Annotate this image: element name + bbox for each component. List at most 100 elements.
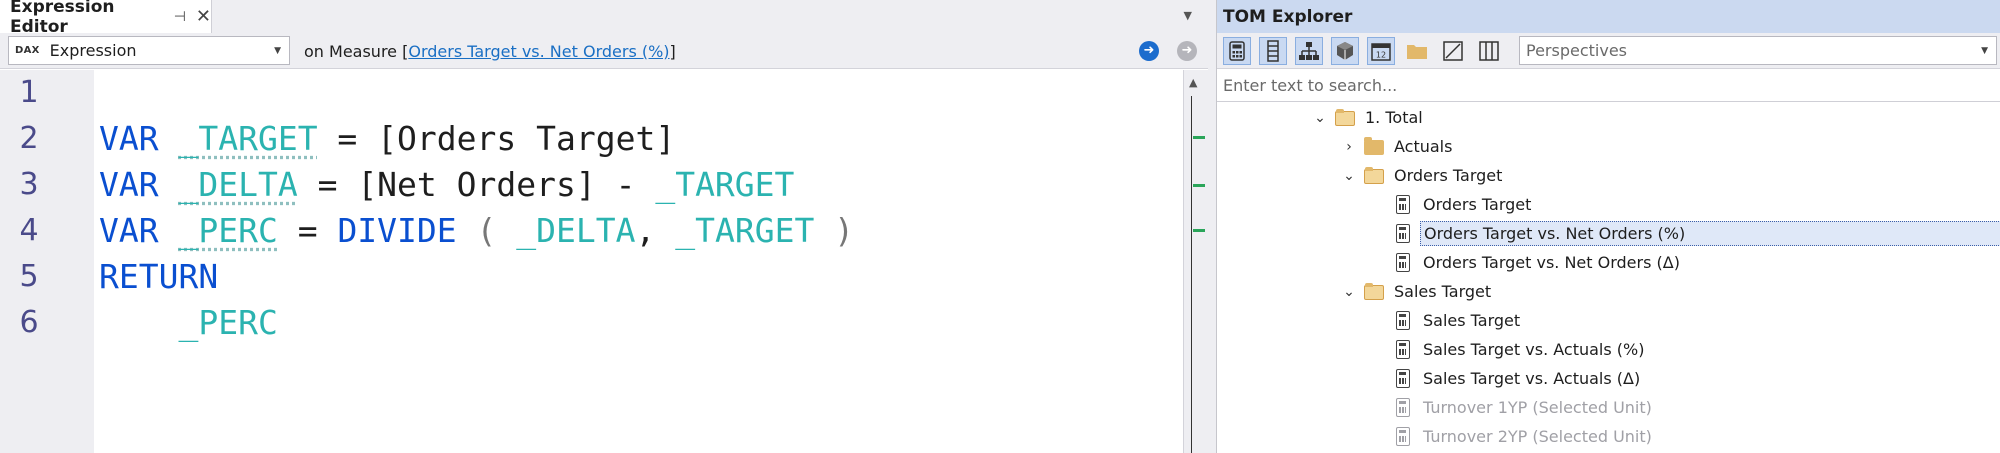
chevron-down-icon: ▼: [1981, 46, 1988, 56]
tree-item-measure-hidden[interactable]: Turnover 1YP (Selected Unit): [1217, 393, 2000, 422]
calculator-icon: [1393, 194, 1413, 215]
hierarchy-icon[interactable]: [1295, 37, 1323, 65]
measure-ref: [Orders Target]: [377, 119, 676, 158]
tree-item-label: 1. Total: [1365, 108, 1423, 127]
tree-item-label: Sales Target: [1423, 311, 1521, 330]
dax-badge: DAX: [15, 45, 40, 56]
keyword: VAR: [99, 211, 159, 250]
line-number: 6: [19, 305, 39, 340]
expression-editor-panel: Expression Editor ⊣ ✕ ▼ DAX Expression ▼…: [0, 0, 1208, 453]
folder-icon[interactable]: [1403, 37, 1431, 65]
tree-item-folder[interactable]: ⌄ 1. Total: [1217, 103, 2000, 132]
tom-explorer-panel: TOM Explorer 12 Perspectives ▼ Enter tex…: [1216, 0, 2000, 453]
calculator-icon[interactable]: [1223, 37, 1251, 65]
variable: _TARGET: [178, 119, 318, 158]
tree-item-measure[interactable]: Orders Target: [1217, 190, 2000, 219]
folder-open-icon: [1364, 282, 1384, 302]
tree-item-label: Sales Target vs. Actuals (Δ): [1423, 369, 1641, 388]
tree-item-folder[interactable]: ⌄ Sales Target: [1217, 277, 2000, 306]
chevron-down-icon[interactable]: ⌄: [1311, 110, 1329, 126]
tree-item-folder[interactable]: › Actuals: [1217, 132, 2000, 161]
tree-item-label: Sales Target vs. Actuals (%): [1423, 340, 1645, 359]
tree-item-label: Turnover 2YP (Selected Unit): [1423, 427, 1652, 446]
chevron-right-icon[interactable]: ›: [1340, 139, 1358, 155]
tree-item-measure-selected[interactable]: Orders Target vs. Net Orders (%): [1217, 219, 2000, 248]
line-number: 5: [19, 259, 39, 294]
expression-mode-value: Expression: [49, 41, 137, 60]
folder-open-icon: [1335, 108, 1355, 128]
line-number: 4: [19, 213, 39, 248]
tree-item-measure[interactable]: Sales Target vs. Actuals (Δ): [1217, 364, 2000, 393]
column-icon[interactable]: [1259, 37, 1287, 65]
tree-item-measure-hidden[interactable]: Turnover 2YP (Selected Unit): [1217, 422, 2000, 451]
scroll-up-icon[interactable]: ▲: [1189, 76, 1197, 89]
code-line-4: VAR _PERC = DIVIDE ( _DELTA, _TARGET ): [99, 208, 854, 254]
navigate-forward-icon[interactable]: ➜: [1177, 41, 1197, 61]
paren: (: [456, 211, 517, 250]
folder-open-icon: [1364, 166, 1384, 186]
variable: _DELTA: [178, 165, 298, 204]
line-number: 2: [19, 121, 39, 156]
editor-toolbar: DAX Expression ▼ on Measure [Orders Targ…: [0, 33, 1208, 69]
function: DIVIDE: [337, 211, 457, 250]
tree-item-measure[interactable]: Sales Target: [1217, 306, 2000, 335]
chevron-down-icon[interactable]: ⌄: [1340, 168, 1358, 184]
calculator-icon: [1393, 339, 1413, 360]
code-editor[interactable]: 1 2 3 4 5 6 VAR _TARGET = [Orders Target…: [0, 70, 1183, 453]
cube-icon[interactable]: [1331, 37, 1359, 65]
pin-icon[interactable]: ⊣: [174, 9, 186, 25]
tree-item-measure[interactable]: Sales Target vs. Actuals (%): [1217, 335, 2000, 364]
comma: ,: [635, 211, 676, 250]
tom-tree: ⌄ 1. Total › Actuals ⌄ Orders Target Ord…: [1217, 103, 2000, 453]
navigate-back-icon[interactable]: ➜: [1139, 41, 1159, 61]
tree-item-label: Turnover 1YP (Selected Unit): [1423, 398, 1652, 417]
variable: _PERC: [178, 211, 278, 250]
change-marker: [1193, 229, 1205, 232]
tom-toolbar: 12 Perspectives ▼: [1217, 33, 2000, 69]
measure-context: on Measure [Orders Target vs. Net Orders…: [304, 42, 676, 61]
operator: =: [277, 211, 338, 250]
calculator-icon: [1393, 397, 1413, 418]
tree-item-label: Orders Target: [1423, 195, 1532, 214]
expression-mode-select[interactable]: DAX Expression ▼: [8, 36, 290, 65]
code-line-2: VAR _TARGET = [Orders Target]: [99, 116, 675, 162]
chevron-down-icon[interactable]: ▼: [1184, 9, 1192, 22]
measure-link[interactable]: Orders Target vs. Net Orders (%): [408, 42, 669, 61]
tree-item-label: Sales Target: [1394, 282, 1492, 301]
scroll-track: [1191, 96, 1192, 453]
columns-view-icon[interactable]: [1475, 37, 1503, 65]
editor-tab-strip: Expression Editor ⊣ ✕ ▼: [0, 0, 1208, 37]
tree-item-label: Orders Target: [1394, 166, 1503, 185]
context-suffix: ]: [669, 42, 676, 61]
tom-explorer-title-bar: TOM Explorer: [1217, 0, 2000, 33]
line-number: 3: [19, 167, 39, 202]
expression-editor-tab[interactable]: Expression Editor ⊣ ✕: [0, 0, 212, 37]
tree-item-folder[interactable]: ⌄ Orders Target: [1217, 161, 2000, 190]
measure-ref: [Net Orders] -: [357, 165, 656, 204]
code-line-5: RETURN: [99, 254, 218, 300]
perspectives-select[interactable]: Perspectives ▼: [1519, 36, 1997, 65]
line-number: 1: [19, 75, 39, 110]
operator: =: [297, 165, 358, 204]
paren: ): [814, 211, 855, 250]
tom-explorer-title: TOM Explorer: [1223, 6, 1353, 27]
panel-splitter[interactable]: [1208, 0, 1216, 453]
keyword: VAR: [99, 165, 159, 204]
tree-item-measure[interactable]: Orders Target vs. Net Orders (Δ): [1217, 248, 2000, 277]
calculator-icon: [1393, 223, 1413, 244]
chevron-down-icon[interactable]: ⌄: [1340, 284, 1358, 300]
kpi-icon[interactable]: [1439, 37, 1467, 65]
search-input[interactable]: [1223, 76, 1983, 95]
calculator-icon: [1393, 310, 1413, 331]
variable: _TARGET: [655, 165, 795, 204]
line-gutter: 1 2 3 4 5 6: [0, 70, 94, 453]
close-icon[interactable]: ✕: [196, 6, 211, 27]
calendar-icon[interactable]: 12: [1367, 37, 1395, 65]
tree-item-label: Actuals: [1394, 137, 1453, 156]
operator: =: [317, 119, 378, 158]
variable: _TARGET: [675, 211, 815, 250]
chevron-down-icon: ▼: [274, 46, 281, 56]
folder-icon: [1364, 136, 1384, 157]
calculator-icon: [1393, 426, 1413, 447]
vertical-scrollbar[interactable]: ▲: [1183, 70, 1208, 453]
